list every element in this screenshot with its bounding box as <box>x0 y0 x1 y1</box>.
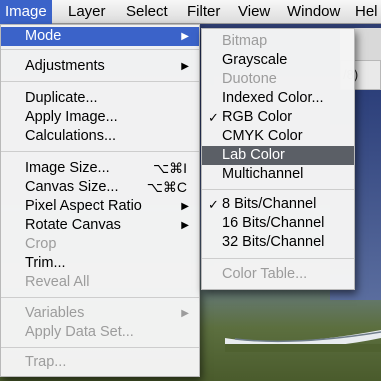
menu-item-reveal-all-label: Reveal All <box>25 274 90 290</box>
menu-item-mode[interactable]: Mode ▶ <box>1 27 199 46</box>
menu-item-variables-label: Variables <box>25 305 85 321</box>
menu-item-pixel-aspect-ratio[interactable]: Pixel Aspect Ratio ▶ <box>1 197 199 216</box>
image-size-shortcut: ⌥⌘I <box>152 160 187 176</box>
submenu-item-16-bits[interactable]: 16 Bits/Channel <box>202 214 354 233</box>
menu-item-apply-image-label: Apply Image... <box>25 109 118 125</box>
submenu-item-16-bits-label: 16 Bits/Channel <box>222 215 325 231</box>
submenu-item-8-bits[interactable]: ✓ 8 Bits/Channel <box>202 195 354 214</box>
menubar-layer[interactable]: Layer <box>63 0 111 24</box>
menu-item-pixel-aspect-ratio-label: Pixel Aspect Ratio <box>25 198 142 214</box>
submenu-item-multichannel[interactable]: Multichannel <box>202 165 354 184</box>
menu-separator <box>1 81 199 82</box>
menu-separator <box>1 49 199 50</box>
menubar-view[interactable]: View <box>233 0 275 24</box>
menu-separator <box>1 347 199 348</box>
menu-item-adjustments-label: Adjustments <box>25 58 105 74</box>
submenu-arrow-icon: ▶ <box>181 31 189 42</box>
menubar-window[interactable]: Window <box>282 0 345 24</box>
submenu-item-cmyk-color-label: CMYK Color <box>222 128 303 144</box>
menu-item-duplicate[interactable]: Duplicate... <box>1 89 199 108</box>
menu-item-mode-label: Mode <box>25 28 62 44</box>
menu-item-adjustments[interactable]: Adjustments ▶ <box>1 57 199 76</box>
menu-item-variables[interactable]: Variables ▶ <box>1 304 199 323</box>
submenu-item-cmyk-color[interactable]: CMYK Color <box>202 127 354 146</box>
menu-item-rotate-canvas-label: Rotate Canvas <box>25 217 121 233</box>
menubar-help[interactable]: Hel <box>350 0 381 24</box>
submenu-arrow-icon: ▶ <box>181 220 189 231</box>
submenu-item-color-table-label: Color Table... <box>222 266 308 282</box>
menu-item-calculations[interactable]: Calculations... <box>1 127 199 146</box>
menu-separator <box>1 151 199 152</box>
menu-item-rotate-canvas[interactable]: Rotate Canvas ▶ <box>1 216 199 235</box>
submenu-item-grayscale-label: Grayscale <box>222 52 288 68</box>
checkmark-icon: ✓ <box>208 197 219 212</box>
menu-item-canvas-size-label: Canvas Size... <box>25 179 119 195</box>
submenu-item-bitmap-label: Bitmap <box>222 33 268 49</box>
menu-item-apply-data-set[interactable]: Apply Data Set... <box>1 323 199 342</box>
menu-separator <box>202 258 354 259</box>
submenu-item-32-bits[interactable]: 32 Bits/Channel <box>202 233 354 252</box>
submenu-item-lab-color[interactable]: Lab Color <box>202 146 354 165</box>
menu-item-canvas-size[interactable]: Canvas Size... ⌥⌘C <box>1 178 199 197</box>
submenu-arrow-icon: ▶ <box>181 308 189 319</box>
menu-item-trim[interactable]: Trim... <box>1 254 199 273</box>
menu-item-trap[interactable]: Trap... <box>1 353 199 372</box>
menu-item-apply-data-set-label: Apply Data Set... <box>25 324 134 340</box>
menubar-image[interactable]: Image <box>0 0 52 24</box>
menu-bar: Image Layer Select Filter View Window He… <box>0 0 381 24</box>
submenu-arrow-icon: ▶ <box>181 61 189 72</box>
submenu-item-multichannel-label: Multichannel <box>222 166 304 182</box>
image-menu: Mode ▶ Adjustments ▶ Duplicate... Apply … <box>0 24 200 377</box>
menu-separator <box>202 189 354 190</box>
boat-photo <box>225 330 381 352</box>
submenu-item-indexed-color[interactable]: Indexed Color... <box>202 89 354 108</box>
submenu-item-rgb-color-label: RGB Color <box>222 109 293 125</box>
menu-separator <box>1 297 199 298</box>
menu-item-image-size[interactable]: Image Size... ⌥⌘I <box>1 159 199 178</box>
menu-item-trim-label: Trim... <box>25 255 66 271</box>
mode-submenu: Bitmap Grayscale Duotone Indexed Color..… <box>201 28 355 290</box>
menu-item-trap-label: Trap... <box>25 354 67 370</box>
submenu-item-grayscale[interactable]: Grayscale <box>202 51 354 70</box>
menubar-select[interactable]: Select <box>121 0 173 24</box>
submenu-item-8-bits-label: 8 Bits/Channel <box>222 196 317 212</box>
submenu-item-bitmap[interactable]: Bitmap <box>202 32 354 51</box>
submenu-item-color-table[interactable]: Color Table... <box>202 265 354 284</box>
canvas-size-shortcut: ⌥⌘C <box>146 179 187 195</box>
menu-item-crop[interactable]: Crop <box>1 235 199 254</box>
menu-item-crop-label: Crop <box>25 236 57 252</box>
menu-item-apply-image[interactable]: Apply Image... <box>1 108 199 127</box>
submenu-item-rgb-color[interactable]: ✓ RGB Color <box>202 108 354 127</box>
submenu-item-duotone-label: Duotone <box>222 71 277 87</box>
menu-item-reveal-all[interactable]: Reveal All <box>1 273 199 292</box>
menu-item-image-size-label: Image Size... <box>25 160 110 176</box>
checkmark-icon: ✓ <box>208 110 219 125</box>
submenu-item-lab-color-label: Lab Color <box>222 147 285 163</box>
menu-item-duplicate-label: Duplicate... <box>25 90 98 106</box>
menu-item-calculations-label: Calculations... <box>25 128 117 144</box>
submenu-item-32-bits-label: 32 Bits/Channel <box>222 234 325 250</box>
submenu-item-indexed-color-label: Indexed Color... <box>222 90 324 106</box>
submenu-arrow-icon: ▶ <box>181 201 189 212</box>
submenu-item-duotone[interactable]: Duotone <box>202 70 354 89</box>
menubar-filter[interactable]: Filter <box>182 0 225 24</box>
